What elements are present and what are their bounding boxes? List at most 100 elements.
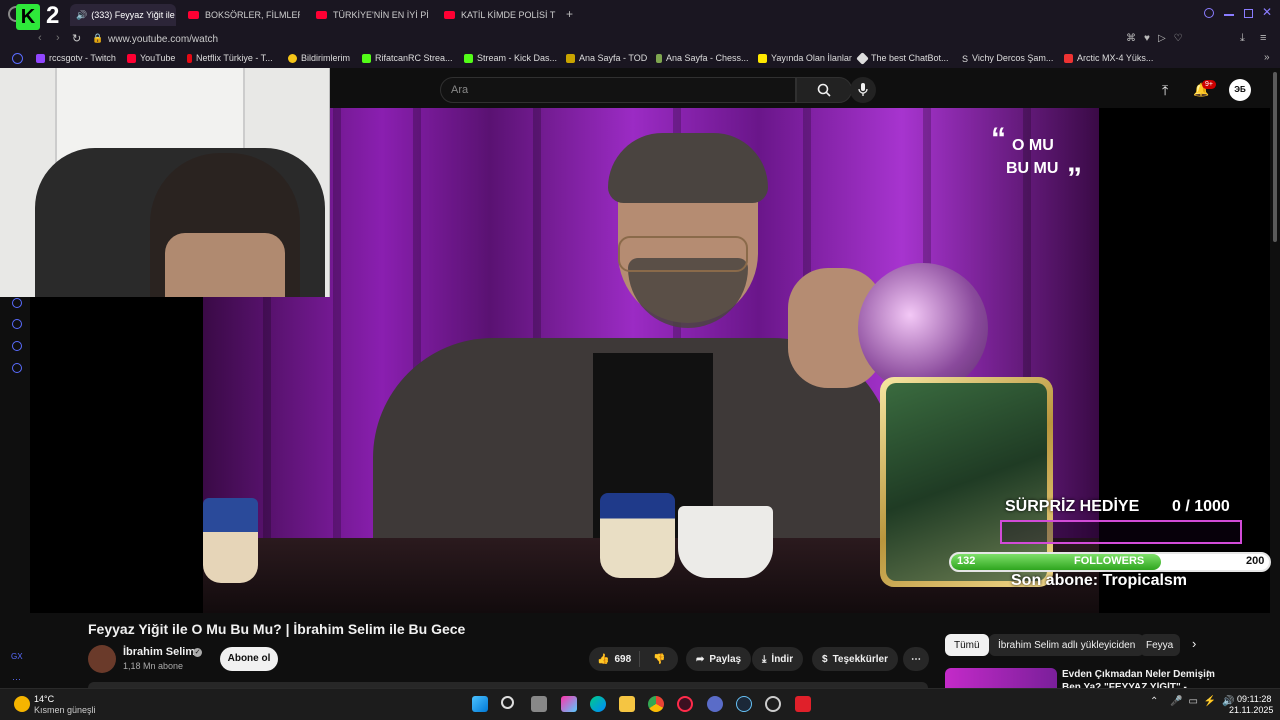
- like-count: 698: [614, 653, 632, 665]
- back-icon[interactable]: ‹: [38, 32, 42, 44]
- chess-pawn-icon: [656, 53, 662, 63]
- surprise-gift-label: SÜRPRİZ HEDİYE: [1005, 498, 1140, 515]
- minimize-button[interactable]: [1224, 14, 1234, 16]
- tab-4[interactable]: KATİL KİMDE POLİSİ TROL: [438, 4, 556, 26]
- copilot-icon[interactable]: [561, 696, 577, 712]
- followers-label: FOLLOWERS: [1074, 555, 1145, 567]
- app-icon[interactable]: [707, 696, 723, 712]
- quote-line-2: BU MU: [1006, 160, 1059, 177]
- download-button[interactable]: ⤓ İndir: [752, 647, 804, 671]
- thanks-button[interactable]: $ Teşekkürler: [812, 647, 898, 671]
- notification-badge: 9+: [1202, 80, 1216, 89]
- search-tabs-icon[interactable]: [1204, 8, 1214, 18]
- tod-icon: [566, 53, 575, 63]
- file-explorer-icon[interactable]: [619, 696, 635, 712]
- link-icon: S: [962, 53, 969, 64]
- chrome-icon[interactable]: [648, 696, 664, 712]
- close-button[interactable]: ✕: [1262, 5, 1272, 19]
- voice-search-button[interactable]: [850, 77, 876, 103]
- bell-icon: [288, 53, 297, 63]
- app-icon[interactable]: [795, 696, 811, 712]
- channel-name[interactable]: İbrahim Selim: [123, 646, 195, 658]
- extension-icons[interactable]: ⌘♥▷♡: [1126, 33, 1191, 44]
- bookmark-item[interactable]: Ana Sayfa - Chess...: [656, 53, 749, 63]
- app-icon[interactable]: [765, 696, 781, 712]
- clock-date[interactable]: 21.11.2025: [1229, 705, 1273, 715]
- tab-label: TÜRKİYE'NİN EN İYİ PİZZ: [333, 10, 428, 20]
- recommendation-menu-icon[interactable]: ⋮: [1202, 668, 1214, 682]
- more-icon: ⋯: [911, 653, 921, 665]
- video-title: Feyyaz Yiğit ile O Mu Bu Mu? | İbrahim S…: [88, 621, 466, 637]
- chevron-right-icon[interactable]: ›: [1192, 636, 1196, 651]
- settings-icon[interactable]: [12, 363, 22, 373]
- maximize-button[interactable]: [1244, 9, 1253, 18]
- page-scrollbar[interactable]: [1273, 72, 1277, 242]
- steam-icon[interactable]: [736, 696, 752, 712]
- search-button[interactable]: [796, 77, 852, 103]
- surprise-gift-count: 0 / 1000: [1172, 498, 1230, 515]
- menu-icon[interactable]: ≡: [1260, 32, 1266, 44]
- task-view-icon[interactable]: [531, 696, 547, 712]
- weather-desc[interactable]: Kısmen güneşli: [34, 705, 96, 715]
- bookmark-item[interactable]: YouTube: [127, 53, 175, 63]
- share-icon: ➦: [696, 653, 705, 665]
- streamer-logo-number: 2: [46, 2, 60, 29]
- clock-time[interactable]: 09:11:28: [1237, 694, 1271, 704]
- like-button[interactable]: 👍 698: [589, 651, 641, 667]
- more-actions-button[interactable]: ⋯: [903, 647, 929, 671]
- bookmark-item[interactable]: Arctic MX-4 Yüks...: [1064, 53, 1153, 63]
- subscriber-count: 1,18 Mn abone: [123, 661, 184, 671]
- subscribe-button[interactable]: Abone ol: [220, 647, 278, 671]
- upload-icon[interactable]: ⤒: [1162, 82, 1168, 99]
- weather-icon[interactable]: [14, 696, 30, 712]
- bookmark-item[interactable]: Ana Sayfa - TOD: [566, 53, 647, 63]
- windows-taskbar: [0, 688, 1280, 720]
- cup: [678, 506, 773, 578]
- bookmark-item[interactable]: S Vichy Dercos Şam...: [962, 53, 1053, 64]
- bookmark-item[interactable]: Bildirimlerim: [288, 53, 350, 63]
- more-icon[interactable]: ···: [12, 674, 21, 684]
- tab-active[interactable]: 🔊 (333) Feyyaz Yiğit ile O: [70, 4, 176, 26]
- tab-label: KATİL KİMDE POLİSİ TROL: [461, 10, 556, 20]
- address-bar: ‹ › ↻ 🔒 www.youtube.com/watch ⌘♥▷♡ ⤓ ≡: [0, 30, 1280, 50]
- tray-chevron-icon[interactable]: ⌃: [1150, 696, 1158, 707]
- bookmark-item[interactable]: rccsgotv - Twitch: [36, 53, 116, 63]
- tab-2[interactable]: BOKSÖRLER, FİLMLERDE: [182, 4, 300, 26]
- cup: [600, 493, 675, 578]
- edge-icon[interactable]: [590, 696, 606, 712]
- start-icon[interactable]: [472, 696, 488, 712]
- forward-icon[interactable]: ›: [56, 32, 60, 44]
- avatar[interactable]: ЭБ: [1229, 79, 1251, 101]
- glasses: [618, 236, 748, 272]
- bookmark-item[interactable]: RifatcanRC Strea...: [362, 53, 453, 63]
- download-icon[interactable]: ⤓: [1240, 32, 1245, 45]
- new-tab-button[interactable]: +: [566, 7, 573, 21]
- share-button[interactable]: ➦ Paylaş: [686, 647, 752, 671]
- search-icon[interactable]: [501, 696, 514, 709]
- more-bookmarks-icon[interactable]: »: [1264, 52, 1270, 63]
- bookmark-item[interactable]: Stream - Kick Das...: [464, 53, 557, 63]
- sidebar-toggle-icon[interactable]: [12, 53, 23, 64]
- recommendation-thumbnail[interactable]: [945, 668, 1057, 688]
- tab-3[interactable]: TÜRKİYE'NİN EN İYİ PİZZ: [310, 4, 428, 26]
- surprise-progress-bar: [1000, 520, 1242, 544]
- dislike-button[interactable]: 👎: [645, 654, 673, 665]
- weather-temp[interactable]: 14°C: [34, 694, 54, 704]
- chip-all[interactable]: Tümü: [945, 634, 989, 656]
- chip-uploader[interactable]: İbrahim Selim adlı yükleyiciden: [989, 634, 1145, 656]
- channel-avatar[interactable]: [88, 645, 116, 673]
- extensions-icon[interactable]: [12, 341, 22, 351]
- chip-feyyaz[interactable]: Feyya: [1140, 634, 1180, 656]
- player-icon[interactable]: [12, 298, 22, 308]
- search-input[interactable]: Ara: [440, 77, 796, 103]
- url-field[interactable]: www.youtube.com/watch: [108, 34, 218, 45]
- history-icon[interactable]: [12, 319, 22, 329]
- bookmark-item[interactable]: Yayında Olan İlanlar: [758, 53, 852, 63]
- reload-icon[interactable]: ↻: [72, 32, 81, 45]
- recommendation-title[interactable]: Evden Çıkmadan Neler Demişim: [1062, 669, 1215, 680]
- bookmark-item[interactable]: Netflix Türkiye - T...: [187, 53, 273, 63]
- streamer-logo: K: [16, 4, 40, 30]
- thumbs-up-icon: 👍: [597, 653, 610, 665]
- bookmark-item[interactable]: The best ChatBot...: [856, 51, 949, 65]
- opera-gx-icon[interactable]: [677, 696, 693, 712]
